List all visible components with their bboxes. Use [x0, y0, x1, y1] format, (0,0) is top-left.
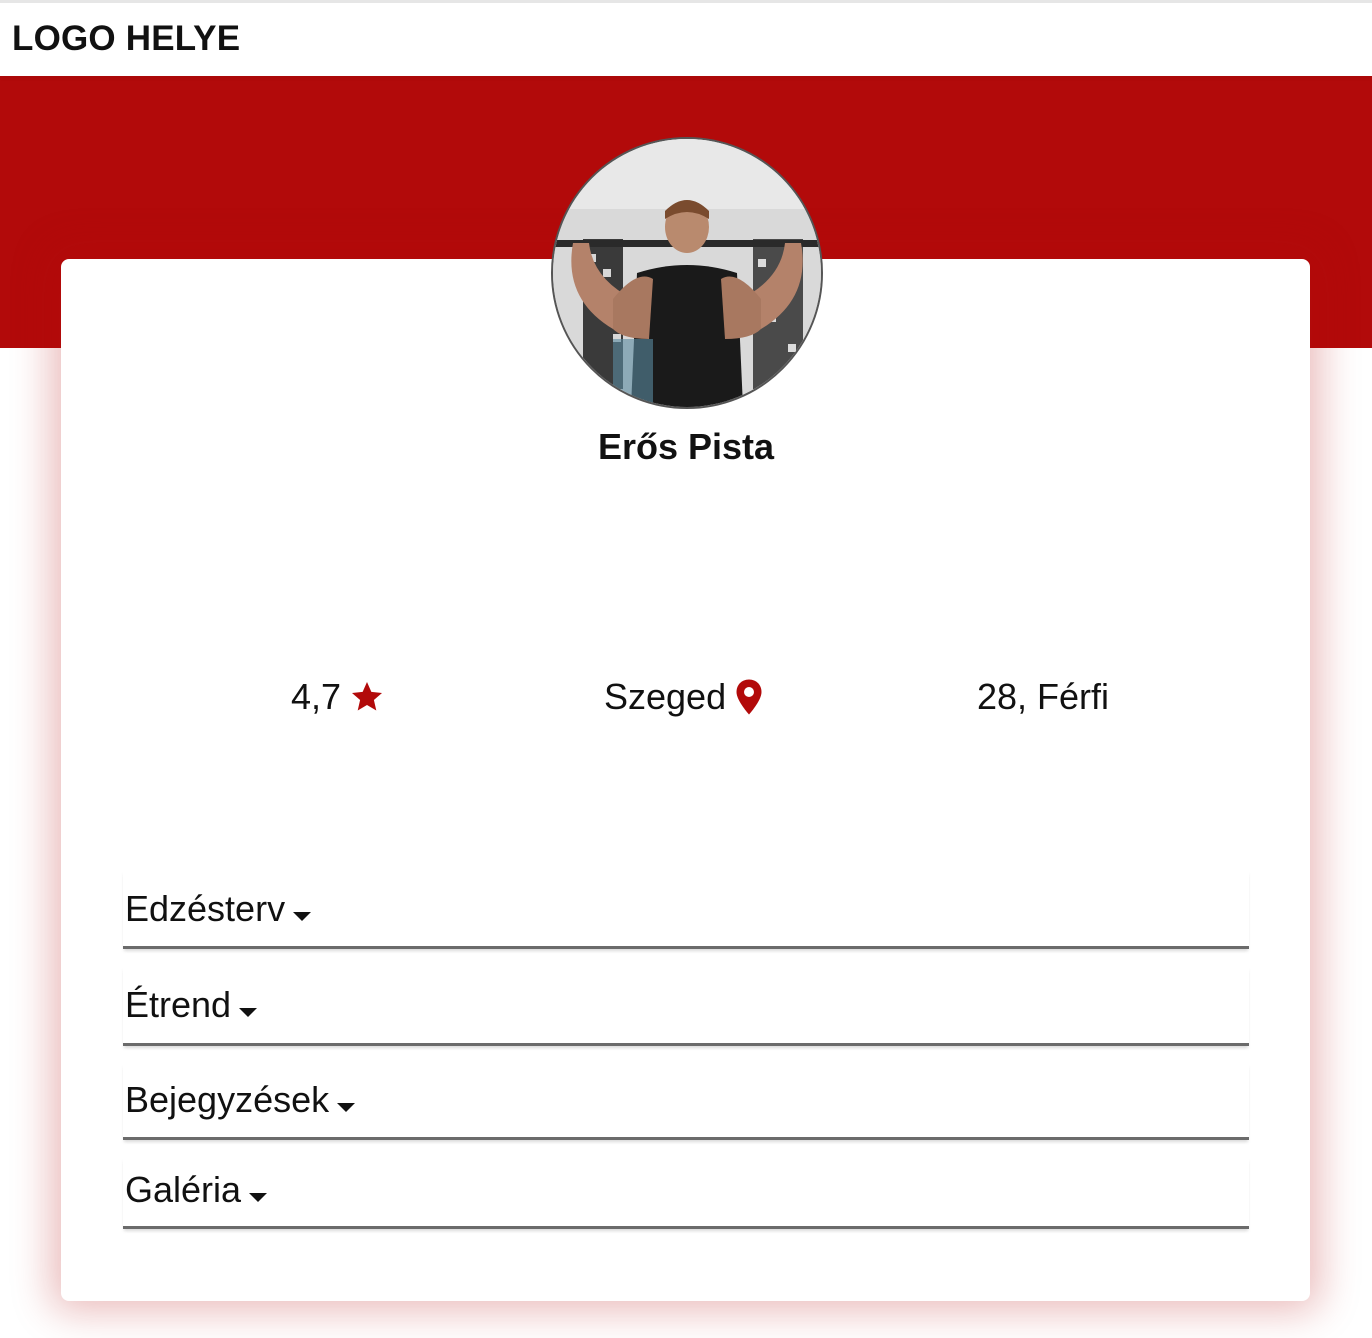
section-label-text: Étrend — [125, 984, 232, 1025]
star-icon — [349, 679, 385, 715]
location-value: Szeged — [604, 676, 727, 717]
section-bejegyzesek[interactable]: Bejegyzések — [123, 1063, 1249, 1140]
rating-value: 4,7 — [291, 676, 342, 717]
section-etrend[interactable]: Étrend — [123, 966, 1249, 1046]
section-label: Edzésterv — [125, 888, 312, 930]
profile-card — [61, 259, 1310, 1301]
map-pin-icon — [734, 678, 764, 716]
section-label: Galéria — [125, 1169, 268, 1211]
location-stat: Szeged — [604, 676, 764, 718]
section-label-text: Galéria — [125, 1169, 242, 1210]
caret-down-icon — [249, 1192, 268, 1202]
caret-down-icon — [293, 911, 312, 921]
section-label-text: Edzésterv — [125, 888, 286, 929]
section-galeria[interactable]: Galéria — [123, 1157, 1249, 1229]
section-label-text: Bejegyzések — [125, 1079, 330, 1120]
section-label: Étrend — [125, 984, 258, 1026]
avatar[interactable] — [551, 137, 823, 409]
rating-stat: 4,7 — [291, 676, 385, 718]
logo[interactable]: LOGO HELYE — [12, 19, 240, 59]
section-edzesterv[interactable]: Edzésterv — [123, 870, 1249, 949]
header-bar: LOGO HELYE — [0, 0, 1372, 76]
section-label: Bejegyzések — [125, 1079, 356, 1121]
caret-down-icon — [239, 1007, 258, 1017]
profile-photo — [553, 139, 821, 407]
profile-name: Erős Pista — [597, 426, 775, 467]
caret-down-icon — [337, 1102, 356, 1112]
age-gender-stat: 28, Férfi — [977, 676, 1110, 717]
